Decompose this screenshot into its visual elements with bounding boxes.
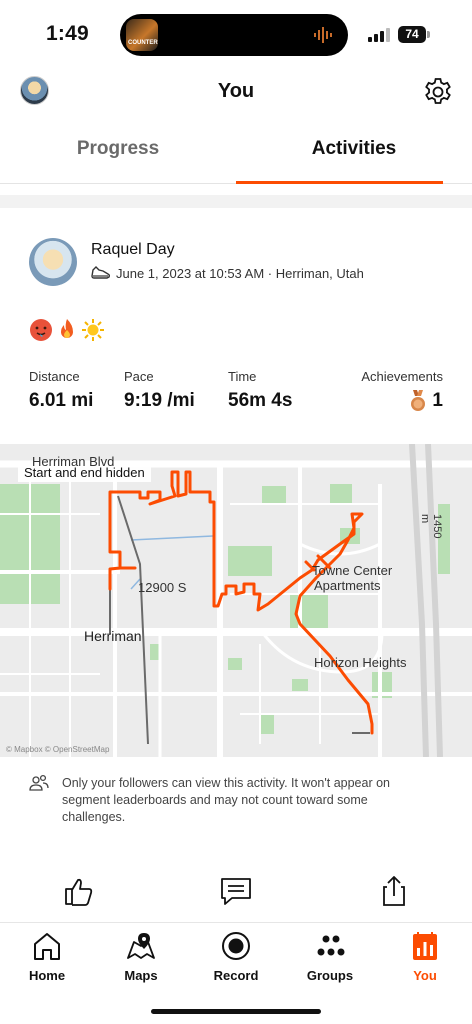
emoji-row [29,318,105,342]
you-icon [413,932,437,960]
section-divider [0,195,472,208]
shoe-icon [91,266,111,279]
sun-icon [82,319,104,341]
route-map[interactable]: Start and end hidden Herriman Blvd 12900… [0,444,472,757]
activity-meta: June 1, 2023 at 10:53 AM · Herriman, Uta… [116,266,364,281]
audio-wave-icon [314,27,332,43]
share-icon[interactable] [377,874,411,908]
nav-label-record: Record [213,968,259,983]
map-label-12900s: 12900 S [138,580,187,595]
nav-label-maps: Maps [124,968,158,983]
bottom-nav-divider [0,922,472,923]
maps-icon [127,933,155,959]
home-indicator[interactable] [151,1009,321,1014]
achievements-count: 1 [432,390,443,411]
active-tab-indicator [236,181,443,184]
status-time: 1:49 [46,22,89,45]
time-label: Time [228,369,257,384]
map-label-apartments: Apartments [314,578,381,593]
gear-icon[interactable] [422,76,454,108]
distance-label: Distance [29,369,80,384]
map-label-herriman-blvd: Herriman Blvd [32,454,115,469]
page-title: You [217,80,255,102]
record-icon [222,932,250,960]
dynamic-island[interactable]: COUNTER [120,14,348,56]
now-playing-artwork: COUNTER [126,19,158,51]
like-icon[interactable] [62,874,96,908]
groups-icon [317,935,345,956]
cellular-signal-icon [368,28,390,42]
athlete-name[interactable]: Raquel Day [91,241,175,259]
nav-label-groups: Groups [306,968,354,983]
status-bar: 1:49 COUNTER 74 [0,0,472,64]
nav-home[interactable]: Home [0,928,94,988]
achievements-label: Achievements [361,369,443,384]
map-label-towne-center: Towne Center [312,563,393,578]
pace-value: 9:19 /mi [124,390,195,411]
nav-label-you: You [413,968,437,983]
pace-label: Pace [124,369,154,384]
tab-activities[interactable]: Activities [236,120,472,184]
time-value: 56m 4s [228,390,293,411]
fire-icon [61,319,73,338]
medal-icon [411,390,426,411]
map-label-horizon-heights: Horizon Heights [314,655,407,670]
map-label-herriman: Herriman [84,628,142,644]
header: You [0,64,472,120]
map-credit[interactable]: © Mapbox © OpenStreetMap [6,745,109,754]
achievements-value-group[interactable]: 1 [410,390,443,412]
nav-you[interactable]: You [378,928,472,988]
home-icon [34,933,60,960]
tab-bar: Progress Activities [0,120,472,184]
followers-icon [29,774,49,791]
privacy-notice: Only your followers can view this activi… [62,776,390,824]
nav-maps[interactable]: Maps [94,928,188,988]
distance-value: 6.01 mi [29,390,94,411]
athlete-avatar[interactable] [29,238,77,286]
hot-face-icon [30,319,52,341]
nav-record[interactable]: Record [189,928,283,988]
artwork-text: COUNTER [128,40,158,46]
comment-icon[interactable] [219,874,253,908]
battery-indicator: 74 [398,26,426,43]
map-label-highway: 1450 m [419,514,443,539]
nav-groups[interactable]: Groups [283,928,377,988]
tab-progress[interactable]: Progress [0,120,236,184]
map-canvas [0,444,472,757]
battery-tip [427,31,430,38]
nav-label-home: Home [28,968,66,983]
